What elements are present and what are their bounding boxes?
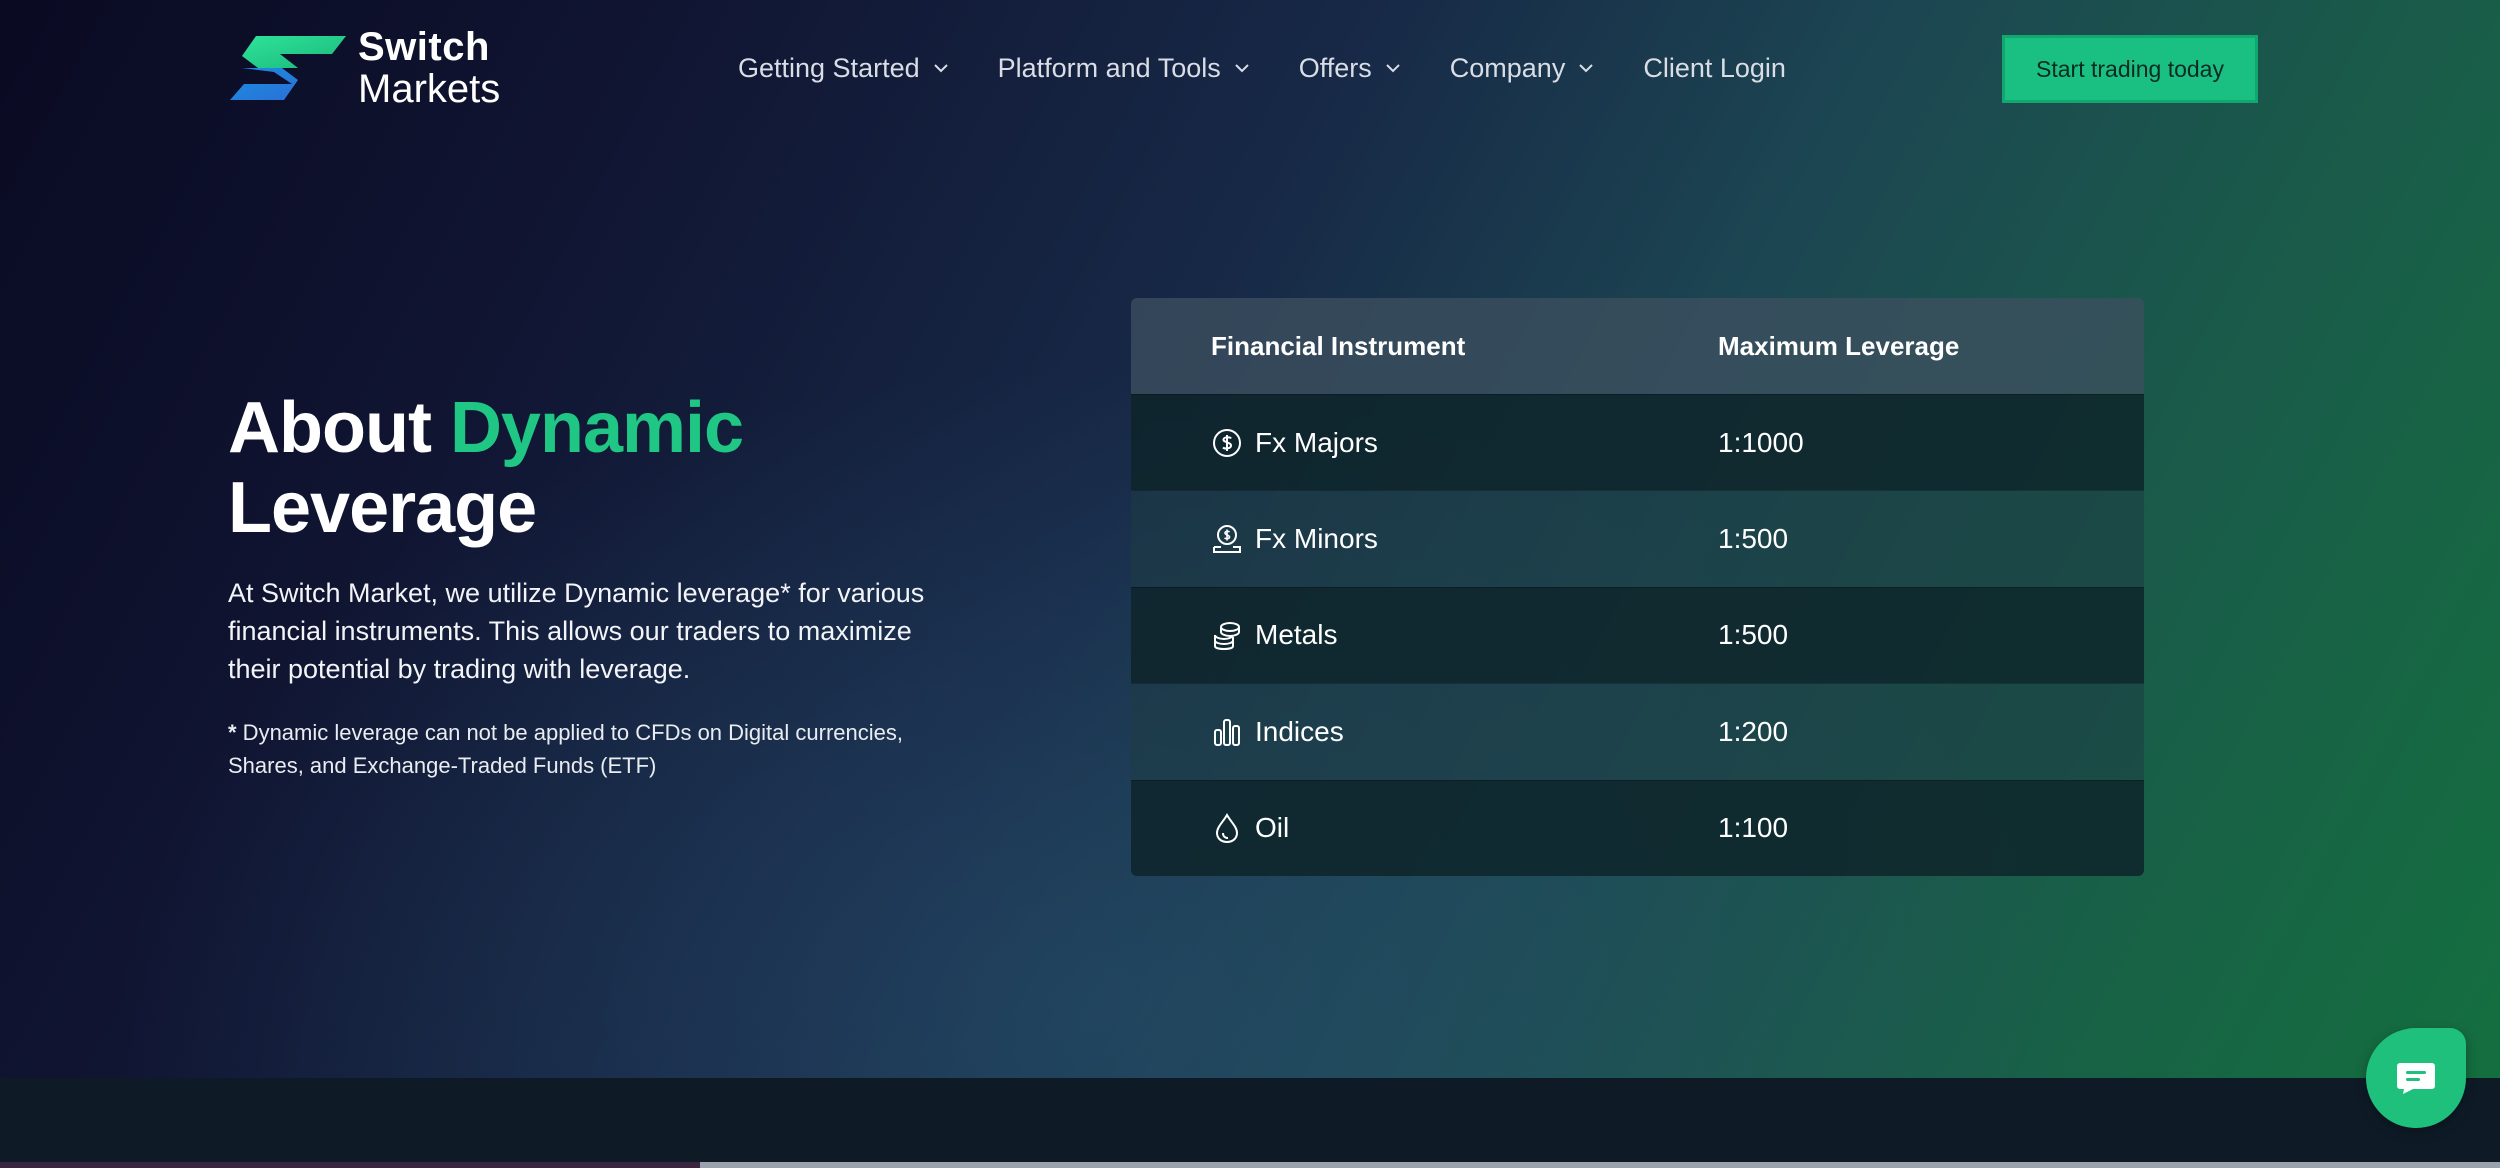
leverage-value: 1:500 bbox=[1718, 619, 1789, 651]
dollar-coin-icon bbox=[1213, 428, 1241, 457]
coin-stack-icon bbox=[1214, 622, 1240, 651]
switch-logo-icon bbox=[230, 36, 346, 100]
leverage-value: 1:100 bbox=[1718, 812, 1789, 844]
chevron-down-icon bbox=[933, 64, 948, 73]
nav-client-login[interactable]: Client Login bbox=[1643, 53, 1786, 84]
scrollbar-thumb[interactable] bbox=[700, 1162, 2500, 1168]
nav-getting-started[interactable]: Getting Started bbox=[738, 53, 950, 84]
brand-logo[interactable]: Switch Markets bbox=[228, 27, 508, 109]
table-header: Financial Instrument Maximum Leverage bbox=[1131, 298, 2144, 394]
table-row: Oil 1:100 bbox=[1131, 779, 2144, 876]
next-section-band bbox=[0, 1078, 2500, 1168]
chat-bubble-icon bbox=[2397, 1063, 2435, 1094]
nav-platform-and-tools[interactable]: Platform and Tools bbox=[998, 53, 1251, 84]
instrument-name: Metals bbox=[1255, 619, 1338, 651]
hero-description: At Switch Market, we utilize Dynamic lev… bbox=[228, 578, 925, 684]
table-row: Metals 1:500 bbox=[1131, 586, 2144, 684]
title-accent: Dynamic bbox=[449, 388, 744, 468]
chevron-down-icon bbox=[1235, 64, 1249, 73]
instrument-cell: Fx Majors bbox=[1211, 427, 1718, 459]
nav-label: Offers bbox=[1298, 52, 1372, 83]
instrument-name: Fx Minors bbox=[1255, 523, 1378, 555]
nav-company[interactable]: Company bbox=[1450, 53, 1596, 84]
instrument-name: Fx Majors bbox=[1255, 426, 1378, 458]
leverage-value: 1:500 bbox=[1718, 523, 1789, 555]
chat-widget-button[interactable] bbox=[2366, 1028, 2466, 1128]
coin-hand-icon bbox=[1213, 525, 1241, 554]
oil-drop-icon bbox=[1215, 813, 1239, 844]
leverage-value: 1:1000 bbox=[1718, 426, 1804, 458]
nav-label: Platform and Tools bbox=[997, 52, 1221, 83]
instrument-cell: Fx Minors bbox=[1211, 523, 1718, 555]
header-financial-instrument: Financial Instrument bbox=[1211, 330, 1466, 361]
chevron-down-icon bbox=[1579, 64, 1594, 73]
bar-chart-icon bbox=[1214, 718, 1240, 746]
title-part1: About bbox=[228, 388, 432, 468]
brand-name-line1: Switch bbox=[358, 25, 490, 69]
nav-label: Company bbox=[1449, 52, 1566, 83]
instrument-name: Oil bbox=[1255, 812, 1290, 844]
instrument-name: Indices bbox=[1255, 715, 1344, 747]
table-row: Indices 1:200 bbox=[1131, 683, 2144, 780]
header-maximum-leverage: Maximum Leverage bbox=[1718, 330, 1960, 361]
nav-offers[interactable]: Offers bbox=[1299, 53, 1402, 84]
leverage-footnote: * Dynamic leverage can not be applied to… bbox=[228, 716, 928, 782]
main-nav: Getting Started Platform and Tools Offer… bbox=[738, 46, 1834, 90]
footnote-text: Dynamic leverage can not be applied to C… bbox=[228, 720, 903, 778]
instrument-cell: Oil bbox=[1211, 812, 1718, 844]
brand-wordmark: Switch Markets bbox=[358, 27, 500, 109]
instrument-cell: Indices bbox=[1211, 716, 1718, 748]
start-trading-button[interactable]: Start trading today bbox=[2002, 35, 2258, 103]
footnote-star: * bbox=[228, 720, 237, 745]
brand-name-line2: Markets bbox=[358, 67, 501, 111]
leverage-value: 1:200 bbox=[1718, 715, 1789, 747]
leverage-table: Financial Instrument Maximum Leverage Fx… bbox=[1131, 298, 2144, 876]
table-row: Fx Majors 1:1000 bbox=[1131, 394, 2144, 491]
title-part2: Leverage bbox=[228, 468, 537, 548]
nav-label: Getting Started bbox=[738, 52, 920, 83]
page-title: About Dynamic Leverage bbox=[228, 388, 744, 548]
table-row: Fx Minors 1:500 bbox=[1131, 490, 2144, 587]
chevron-down-icon bbox=[1386, 64, 1400, 73]
instrument-cell: Metals bbox=[1211, 619, 1718, 651]
